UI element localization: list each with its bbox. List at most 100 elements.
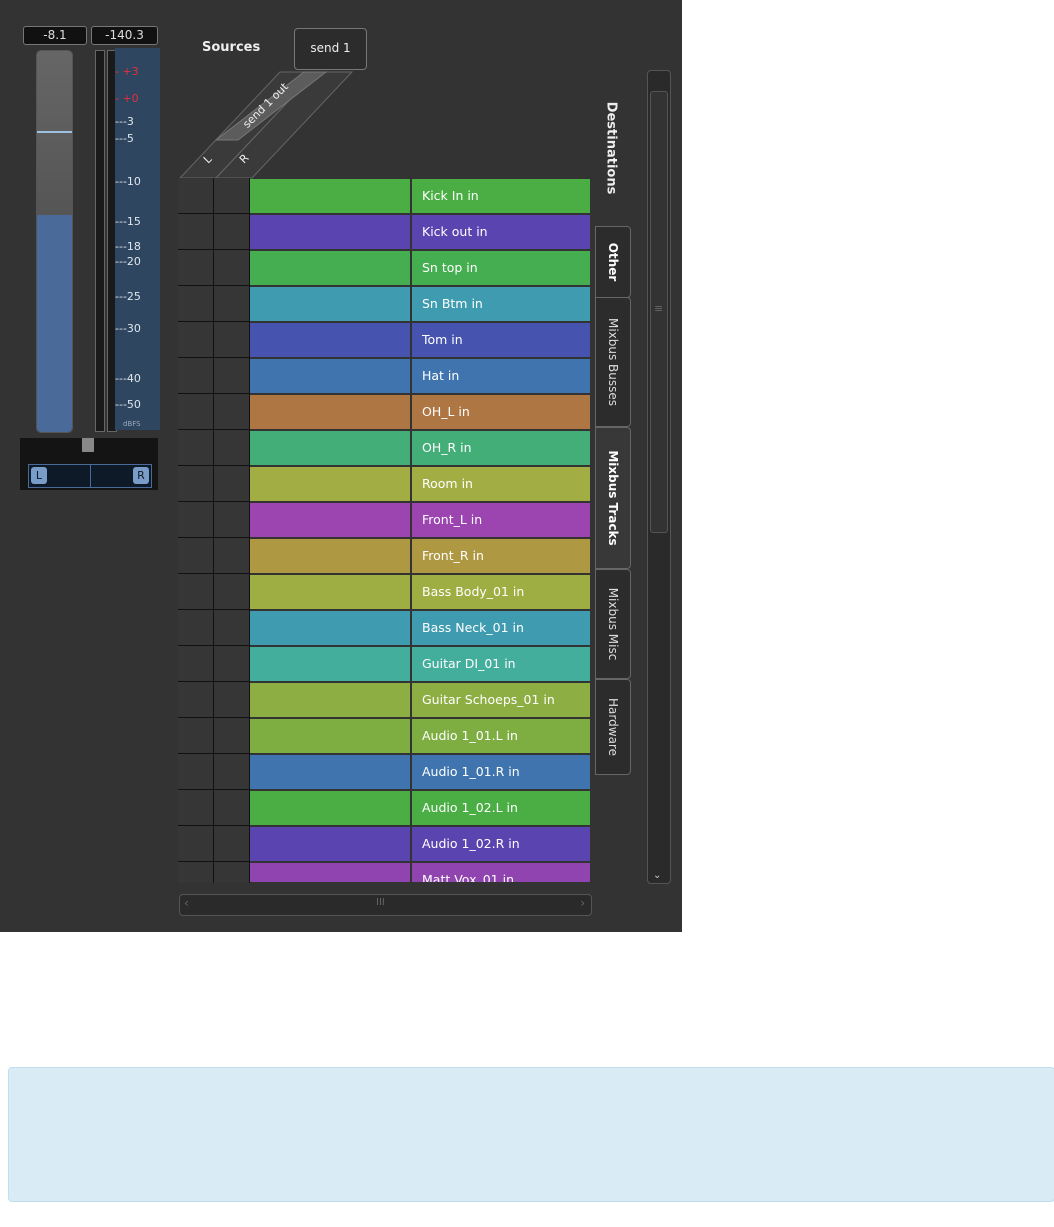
destination-row[interactable]: OH_R in xyxy=(250,431,590,465)
routing-cell-l[interactable] xyxy=(178,646,214,682)
pan-track[interactable]: L R xyxy=(28,464,152,488)
routing-cell-r[interactable] xyxy=(214,178,250,214)
destination-color-swatch xyxy=(250,359,410,393)
destination-color-swatch xyxy=(250,827,410,861)
scroll-right-icon[interactable]: › xyxy=(580,896,585,910)
routing-cell-l[interactable] xyxy=(178,502,214,538)
gain-fader[interactable] xyxy=(36,50,73,433)
routing-cell-l[interactable] xyxy=(178,466,214,502)
routing-cell-r[interactable] xyxy=(214,286,250,322)
destination-color-swatch xyxy=(250,287,410,321)
destination-row[interactable]: Kick In in xyxy=(250,179,590,213)
destination-row[interactable]: Audio 1_02.R in xyxy=(250,827,590,861)
destination-row[interactable]: Kick out in xyxy=(250,215,590,249)
routing-cell-r[interactable] xyxy=(214,214,250,250)
destination-row[interactable]: Bass Body_01 in xyxy=(250,575,590,609)
routing-cell-r[interactable] xyxy=(214,322,250,358)
destination-color-swatch xyxy=(250,503,410,537)
routing-cell-l[interactable] xyxy=(178,754,214,790)
routing-cell-l[interactable] xyxy=(178,214,214,250)
destination-row[interactable]: Audio 1_01.R in xyxy=(250,755,590,789)
destination-label: Tom in xyxy=(412,323,590,357)
destination-row[interactable]: OH_L in xyxy=(250,395,590,429)
routing-cell-r[interactable] xyxy=(214,538,250,574)
routing-cell-l[interactable] xyxy=(178,538,214,574)
tab-mixbus-tracks[interactable]: Mixbus Tracks xyxy=(595,427,631,569)
destination-list: Kick In in Kick out in Sn top in Sn Btm in T… xyxy=(250,179,590,882)
routing-cell-l[interactable] xyxy=(178,862,214,883)
routing-cell-l[interactable] xyxy=(178,790,214,826)
destination-row[interactable]: Sn top in xyxy=(250,251,590,285)
destination-color-swatch xyxy=(250,179,410,213)
vscroll-thumb[interactable]: ≡ xyxy=(650,91,668,533)
routing-cell-r[interactable] xyxy=(214,682,250,718)
routing-cell-r[interactable] xyxy=(214,394,250,430)
destination-row[interactable]: Matt Vox_01 in xyxy=(250,863,590,882)
destination-row[interactable]: Audio 1_02.L in xyxy=(250,791,590,825)
destination-row[interactable]: Guitar DI_01 in xyxy=(250,647,590,681)
routing-cell-l[interactable] xyxy=(178,610,214,646)
routing-cell-r[interactable] xyxy=(214,574,250,610)
routing-cell-r[interactable] xyxy=(214,502,250,538)
routing-cell-l[interactable] xyxy=(178,250,214,286)
tab-other[interactable]: Other xyxy=(595,226,631,298)
routing-cell-l[interactable] xyxy=(178,826,214,862)
routing-cell-r[interactable] xyxy=(214,250,250,286)
destination-label: Front_L in xyxy=(412,503,590,537)
destination-row[interactable]: Bass Neck_01 in xyxy=(250,611,590,645)
destination-color-swatch xyxy=(250,575,410,609)
tab-mixbus-misc[interactable]: Mixbus Misc xyxy=(595,569,631,679)
routing-cell-r[interactable] xyxy=(214,862,250,883)
hscroll-grip[interactable]: III xyxy=(376,897,385,908)
routing-cell-r[interactable] xyxy=(214,466,250,502)
routing-cell-r[interactable] xyxy=(214,646,250,682)
destination-row[interactable]: Hat in xyxy=(250,359,590,393)
destination-row[interactable]: Audio 1_01.L in xyxy=(250,719,590,753)
routing-cell-l[interactable] xyxy=(178,718,214,754)
scroll-down-icon[interactable]: ⌄ xyxy=(653,870,661,881)
routing-cell-l[interactable] xyxy=(178,358,214,394)
routing-cell-r[interactable] xyxy=(214,754,250,790)
meter-tick-label: - +0 xyxy=(115,92,139,105)
destination-color-swatch xyxy=(250,215,410,249)
scroll-left-icon[interactable]: ‹ xyxy=(184,896,189,910)
destination-color-swatch xyxy=(250,611,410,645)
destinations-label: Destinations xyxy=(603,101,619,195)
destination-color-swatch xyxy=(250,539,410,573)
peak-value-readout[interactable]: -140.3 xyxy=(91,26,158,45)
fader-value-readout[interactable]: -8.1 xyxy=(23,26,87,45)
routing-cell-r[interactable] xyxy=(214,826,250,862)
panner[interactable]: L R xyxy=(20,438,158,490)
destination-row[interactable]: Front_R in xyxy=(250,539,590,573)
source-header: send 1 out L R xyxy=(178,71,354,179)
destination-row[interactable]: Sn Btm in xyxy=(250,287,590,321)
routing-cell-l[interactable] xyxy=(178,430,214,466)
routing-cell-r[interactable] xyxy=(214,610,250,646)
destination-row[interactable]: Front_L in xyxy=(250,503,590,537)
sources-label: Sources xyxy=(202,40,261,55)
destination-label: Guitar DI_01 in xyxy=(412,647,590,681)
pan-handle[interactable] xyxy=(82,438,94,452)
destination-color-swatch xyxy=(250,647,410,681)
destination-label: Audio 1_02.L in xyxy=(412,791,590,825)
routing-cell-l[interactable] xyxy=(178,178,214,214)
destination-row[interactable]: Tom in xyxy=(250,323,590,357)
routing-cell-r[interactable] xyxy=(214,718,250,754)
horizontal-scrollbar[interactable]: ‹ III › xyxy=(179,894,592,916)
destination-row[interactable]: Guitar Schoeps_01 in xyxy=(250,683,590,717)
vertical-scrollbar[interactable]: ≡ ⌄ xyxy=(647,70,671,884)
routing-cell-r[interactable] xyxy=(214,790,250,826)
routing-cell-r[interactable] xyxy=(214,430,250,466)
routing-cell-r[interactable] xyxy=(214,358,250,394)
meter-tick-label: ---50 xyxy=(115,398,141,411)
tab-mixbus-busses[interactable]: Mixbus Busses xyxy=(595,297,631,427)
destination-color-swatch xyxy=(250,251,410,285)
destination-row[interactable]: Room in xyxy=(250,467,590,501)
routing-cell-l[interactable] xyxy=(178,574,214,610)
routing-cell-l[interactable] xyxy=(178,394,214,430)
routing-cell-l[interactable] xyxy=(178,322,214,358)
routing-cell-l[interactable] xyxy=(178,682,214,718)
routing-cell-l[interactable] xyxy=(178,286,214,322)
tab-hardware[interactable]: Hardware xyxy=(595,679,631,775)
vscroll-grip[interactable]: ≡ xyxy=(654,302,663,315)
